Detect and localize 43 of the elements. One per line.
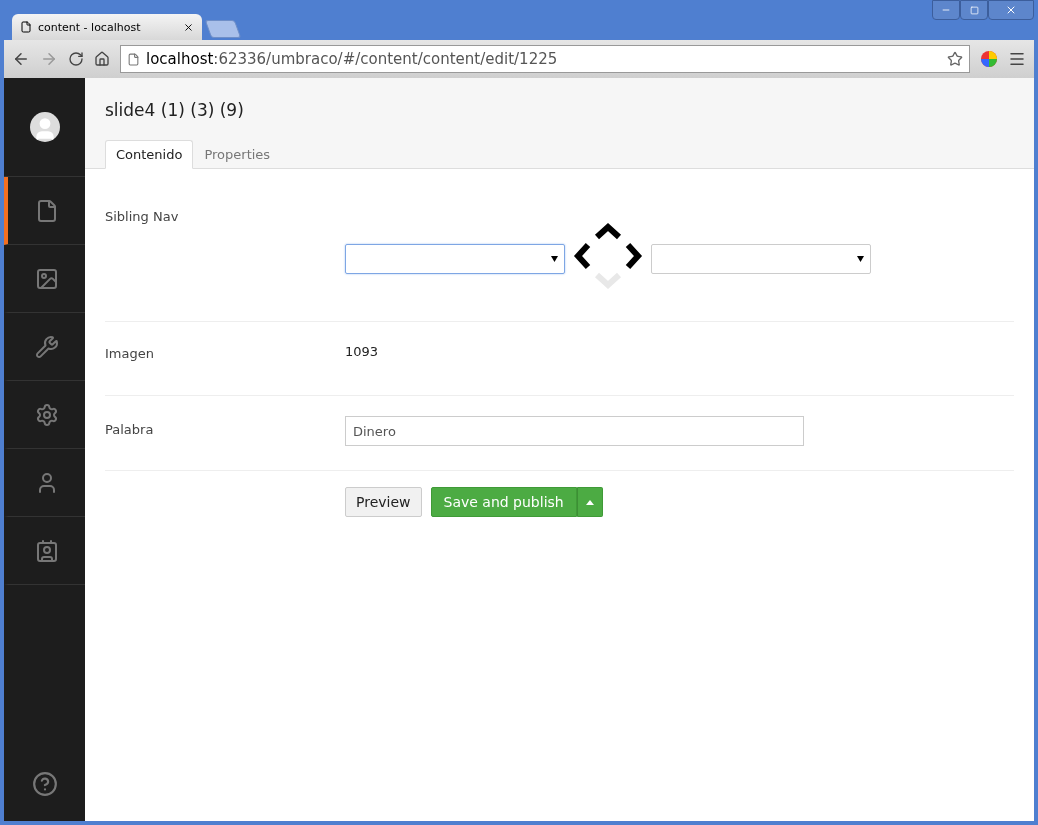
field-label: Palabra — [105, 421, 155, 439]
tab[interactable]: Contenido — [105, 140, 194, 169]
settings-icon — [34, 402, 59, 427]
caret-icon — [857, 256, 864, 262]
avatar[interactable] — [29, 112, 60, 142]
maximize-icon — [969, 5, 979, 15]
home-icon[interactable] — [94, 51, 110, 67]
browser-tab[interactable]: content - localhost — [12, 14, 202, 40]
help-icon[interactable] — [31, 771, 58, 797]
url-host: localhost — [146, 50, 214, 68]
page-icon — [127, 52, 140, 66]
forward-icon[interactable] — [40, 50, 58, 68]
preview-button[interactable]: Preview — [345, 487, 422, 517]
caret-icon — [585, 499, 594, 505]
maximize-button[interactable] — [960, 0, 988, 20]
tab[interactable]: Properties — [193, 140, 282, 169]
color-wheel-icon[interactable] — [980, 50, 998, 68]
close-icon — [1005, 4, 1017, 16]
field-value: 1093 — [345, 344, 379, 361]
address-bar[interactable]: localhost:62336/umbraco/#/content/content/edit/1225 — [120, 45, 970, 73]
field-label: Imagen — [105, 345, 155, 361]
star-icon[interactable] — [947, 51, 963, 67]
page-icon — [20, 21, 32, 33]
field-label: Sibling Nav — [105, 209, 180, 226]
caret-button[interactable] — [576, 487, 603, 517]
menu-icon[interactable] — [1008, 50, 1026, 68]
minimize-button[interactable] — [932, 0, 960, 20]
chevron-icon[interactable] — [625, 243, 643, 269]
image-icon — [34, 266, 59, 291]
caret-icon — [551, 256, 558, 262]
new-tab-button[interactable] — [204, 20, 242, 38]
chevron-icon[interactable] — [573, 243, 591, 269]
input-field[interactable]: Dinero — [345, 416, 804, 446]
url-path: :62336/umbraco/#/content/content/edit/1225 — [213, 50, 559, 68]
dropdown[interactable] — [345, 244, 565, 274]
id-card-icon — [34, 538, 59, 563]
page-title: slide4 (1) (3) (9) — [105, 100, 245, 120]
close-icon[interactable] — [183, 21, 194, 33]
back-icon[interactable] — [12, 50, 30, 68]
wrench-icon — [34, 334, 59, 359]
chevron-icon[interactable] — [595, 222, 621, 240]
reload-icon[interactable] — [68, 51, 84, 67]
sidebar-item[interactable] — [4, 177, 85, 245]
